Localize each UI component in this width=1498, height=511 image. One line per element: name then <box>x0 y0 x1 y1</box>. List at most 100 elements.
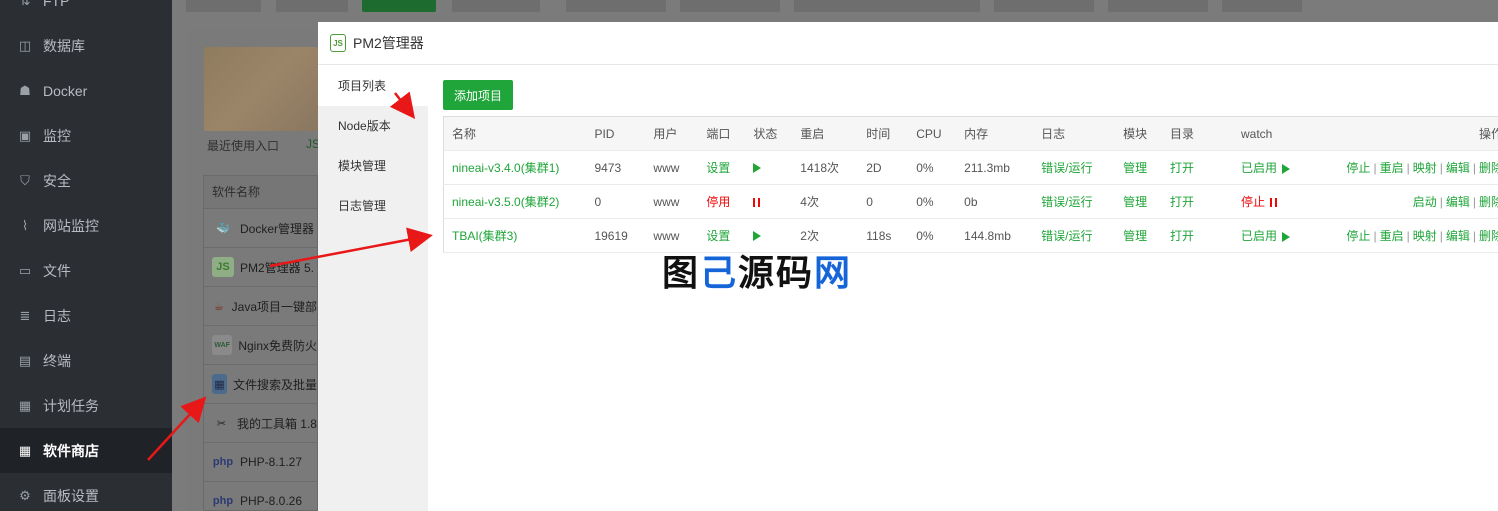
tab-placeholder[interactable] <box>186 0 261 12</box>
watermark-char: 网 <box>814 253 853 294</box>
sidebar-item[interactable]: ▦ 计划任务 <box>0 383 172 428</box>
op-link[interactable]: 编辑 <box>1446 161 1470 175</box>
software-name: PHP-8.0.26 <box>240 494 303 508</box>
play-icon[interactable] <box>753 163 762 174</box>
tab-placeholder[interactable] <box>794 0 894 12</box>
sidebar-item[interactable]: ▭ 文件 <box>0 248 172 293</box>
tab-placeholder[interactable] <box>276 0 348 12</box>
watch-toggle[interactable]: 停止 <box>1241 195 1265 209</box>
software-row[interactable]: JS PM2管理器 5. <box>204 248 317 287</box>
software-row[interactable]: php PHP-8.0.26 <box>204 482 317 511</box>
nav-project-list[interactable]: 项目列表 <box>318 66 428 106</box>
op-link[interactable]: 编辑 <box>1446 229 1470 243</box>
pause-icon[interactable] <box>1270 198 1277 208</box>
separator: | <box>1439 195 1443 209</box>
sidebar-item[interactable]: ⛉ 安全 <box>0 158 172 203</box>
tab-placeholder[interactable] <box>880 0 980 12</box>
sidebar-item[interactable]: ≣ 日志 <box>0 293 172 338</box>
port-link[interactable]: 设置 <box>706 229 730 243</box>
sidebar-item-label: 文件 <box>43 262 71 279</box>
software-row[interactable]: 🐳 Docker管理器 <box>204 209 317 248</box>
tab-placeholder[interactable] <box>452 0 540 12</box>
project-name-link[interactable]: nineai-v3.5.0(集群2) <box>452 195 559 209</box>
play-icon[interactable] <box>753 231 762 242</box>
software-row[interactable]: WAF Nginx免费防火 <box>204 326 317 365</box>
table-row: TBAI(集群3) 19619 www 设置 2次 118s 0% 144.8mb 错误/运行 管… <box>443 218 1498 253</box>
log-link[interactable]: 错误/运行 <box>1041 195 1092 209</box>
sidebar-item-label: 软件商店 <box>43 442 99 459</box>
play-icon[interactable] <box>1282 163 1290 174</box>
sidebar-item[interactable]: ▦ 软件商店 <box>0 428 172 473</box>
op-link[interactable]: 映射 <box>1413 229 1437 243</box>
tab-placeholder[interactable] <box>566 0 666 12</box>
module-link[interactable]: 管理 <box>1123 161 1147 175</box>
tab-placeholder[interactable] <box>680 0 780 12</box>
sidebar-item-label: 监控 <box>43 127 71 144</box>
watch-toggle[interactable]: 已启用 <box>1241 229 1277 243</box>
pause-icon[interactable] <box>753 197 761 207</box>
table-row: nineai-v3.4.0(集群1) 9473 www 设置 1418次 2D 0% 211.… <box>443 150 1498 185</box>
sidebar-item[interactable]: ⌇ 网站监控 <box>0 203 172 248</box>
op-link[interactable]: 重启 <box>1380 229 1404 243</box>
image-icon: ▦ <box>212 374 227 394</box>
op-link[interactable]: 编辑 <box>1446 195 1470 209</box>
software-row[interactable]: php PHP-8.1.27 <box>204 443 317 482</box>
ftp-icon: ⇅ <box>19 0 31 8</box>
software-row[interactable]: ☕ Java项目一键部 <box>204 287 317 326</box>
project-name-link[interactable]: nineai-v3.4.0(集群1) <box>452 161 559 175</box>
op-link[interactable]: 映射 <box>1413 161 1437 175</box>
nav-node-version[interactable]: Node版本 <box>318 106 428 146</box>
uptime-value: 2D <box>866 160 882 175</box>
tab-placeholder[interactable] <box>1108 0 1208 12</box>
module-link[interactable]: 管理 <box>1123 195 1147 209</box>
op-link[interactable]: 停止 <box>1346 161 1370 175</box>
op-link[interactable]: 删除 <box>1479 161 1498 175</box>
sidebar-item[interactable]: ▣ 监控 <box>0 113 172 158</box>
op-link[interactable]: 删除 <box>1479 229 1498 243</box>
module-link[interactable]: 管理 <box>1123 229 1147 243</box>
restart-count: 4次 <box>800 195 819 209</box>
php-icon: php <box>212 456 234 468</box>
tab-installed[interactable] <box>362 0 436 12</box>
nav-log-manage[interactable]: 日志管理 <box>318 186 428 226</box>
op-link[interactable]: 启动 <box>1413 195 1437 209</box>
add-project-button[interactable]: 添加项目 <box>443 80 513 110</box>
sidebar-item[interactable]: ☗ Docker <box>0 68 172 113</box>
dir-link[interactable]: 打开 <box>1170 229 1194 243</box>
dir-link[interactable]: 打开 <box>1170 195 1194 209</box>
tab-placeholder[interactable] <box>1222 0 1302 12</box>
op-link[interactable]: 删除 <box>1479 195 1498 209</box>
watermark: 图己源码网 <box>662 244 852 296</box>
watermark-char: 己 <box>700 253 739 294</box>
software-name: Nginx免费防火 <box>238 338 317 353</box>
cpu-value: 0% <box>916 228 934 243</box>
sidebar-item[interactable]: ▤ 终端 <box>0 338 172 383</box>
software-name: 我的工具箱 1.8 <box>236 416 317 431</box>
dir-link[interactable]: 打开 <box>1170 161 1194 175</box>
port-link[interactable]: 停用 <box>706 195 730 209</box>
watch-toggle[interactable]: 已启用 <box>1241 161 1277 175</box>
software-name: PHP-8.1.27 <box>240 455 303 469</box>
sidebar-item[interactable]: ◫ 数据库 <box>0 23 172 68</box>
play-icon[interactable] <box>1282 231 1290 242</box>
port-link[interactable]: 设置 <box>706 161 730 175</box>
software-row[interactable]: ✂ 我的工具箱 1.8 <box>204 404 317 443</box>
op-link[interactable]: 停止 <box>1346 229 1370 243</box>
cpu-value: 0% <box>916 160 934 175</box>
op-link[interactable]: 重启 <box>1380 161 1404 175</box>
sidebar-item[interactable]: ⇅ FTP <box>0 0 172 23</box>
tab-placeholder[interactable] <box>994 0 1094 12</box>
project-list-content: 添加项目 名称 PID 用户 端口 状态 重启 时间 CPU 内存 日志 模块 目录 watch 操作 n… <box>428 66 1498 511</box>
log-link[interactable]: 错误/运行 <box>1041 161 1092 175</box>
terminal-icon: ▤ <box>18 352 32 368</box>
chart-icon: ⌇ <box>21 217 29 233</box>
sidebar-item[interactable]: ⚙ 面板设置 <box>0 473 172 511</box>
user-value: www <box>653 160 680 175</box>
log-link[interactable]: 错误/运行 <box>1041 229 1092 243</box>
php-icon: php <box>212 495 234 507</box>
column-header: 名称 <box>443 116 595 151</box>
pm2-modal: JS PM2管理器 项目列表 Node版本 模块管理 日志管理 添加项目 名称 P… <box>318 22 1498 511</box>
nav-module-manage[interactable]: 模块管理 <box>318 146 428 186</box>
software-row[interactable]: ▦ 文件搜索及批量 <box>204 365 317 404</box>
project-name-link[interactable]: TBAI(集群3) <box>452 229 517 243</box>
